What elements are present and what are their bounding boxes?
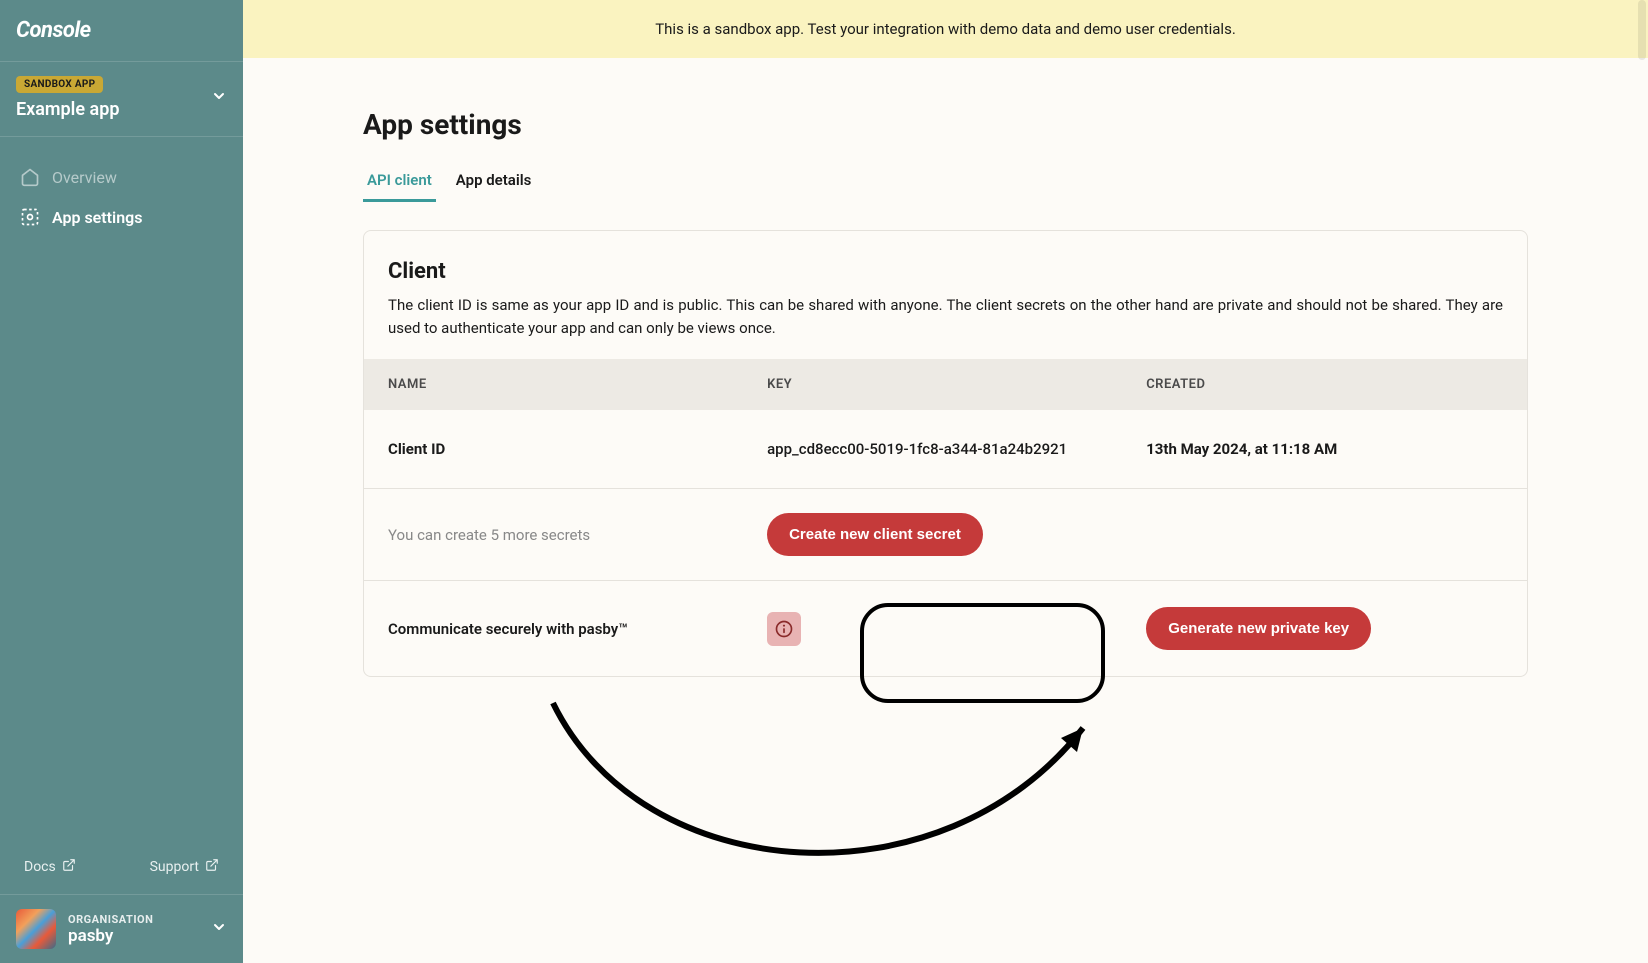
content: App settings API client App details Clie… <box>243 58 1648 727</box>
table-row: Client ID app_cd8ecc00-5019-1fc8-a344-81… <box>364 410 1527 489</box>
pk-label: Communicate securely with pasby™ <box>388 620 767 638</box>
nav-label-settings: App settings <box>52 208 142 227</box>
nav: Overview App settings <box>0 137 243 840</box>
row-name: Client ID <box>388 440 767 458</box>
org-selector[interactable]: ORGANISATION pasby <box>0 894 243 963</box>
org-avatar <box>16 909 56 949</box>
banner-text: This is a sandbox app. Test your integra… <box>655 20 1236 38</box>
sandbox-banner: This is a sandbox app. Test your integra… <box>243 0 1648 58</box>
nav-label-overview: Overview <box>52 168 117 187</box>
app-name: Example app <box>16 99 119 120</box>
table-header: NAME KEY CREATED <box>364 359 1527 410</box>
secret-row: You can create 5 more secrets Create new… <box>364 489 1527 581</box>
support-label: Support <box>150 859 199 875</box>
home-icon <box>20 167 40 187</box>
support-link[interactable]: Support <box>150 858 219 876</box>
scrollbar[interactable] <box>1638 0 1646 60</box>
docs-label: Docs <box>24 859 56 875</box>
row-created: 13th May 2024, at 11:18 AM <box>1146 440 1503 458</box>
tabs: API client App details <box>363 163 1528 202</box>
col-name: NAME <box>388 377 767 392</box>
create-secret-button[interactable]: Create new client secret <box>767 513 983 556</box>
docs-link[interactable]: Docs <box>24 858 76 876</box>
private-key-row: Communicate securely with pasby™ Generat… <box>364 581 1527 676</box>
sidebar-footer: Docs Support <box>0 840 243 894</box>
chevron-down-icon <box>211 919 227 939</box>
nav-item-settings[interactable]: App settings <box>8 197 235 237</box>
card-title: Client <box>388 259 1503 284</box>
app-selector[interactable]: SANDBOX APP Example app <box>0 62 243 137</box>
chevron-down-icon <box>211 88 227 108</box>
client-card: Client The client ID is same as your app… <box>363 230 1528 677</box>
annotation-arrow <box>543 678 1103 898</box>
tab-api-client[interactable]: API client <box>363 163 436 202</box>
sidebar: Console SANDBOX APP Example app Overview <box>0 0 243 963</box>
col-key: KEY <box>767 377 1146 392</box>
settings-icon <box>20 207 40 227</box>
sandbox-badge: SANDBOX APP <box>16 76 103 93</box>
external-link-icon <box>62 858 76 876</box>
org-label: ORGANISATION <box>68 913 153 926</box>
row-key: app_cd8ecc00-5019-1fc8-a344-81a24b2921 <box>767 440 1146 458</box>
secret-hint: You can create 5 more secrets <box>388 526 767 544</box>
col-created: CREATED <box>1146 377 1503 392</box>
external-link-icon <box>205 858 219 876</box>
info-icon[interactable] <box>767 612 801 646</box>
logo: Console <box>16 18 227 43</box>
org-name: pasby <box>68 926 153 946</box>
nav-item-overview[interactable]: Overview <box>8 157 235 197</box>
card-description: The client ID is same as your app ID and… <box>388 294 1503 339</box>
generate-private-key-button[interactable]: Generate new private key <box>1146 607 1371 650</box>
page-title: App settings <box>363 108 1528 141</box>
main: This is a sandbox app. Test your integra… <box>243 0 1648 963</box>
sidebar-header: Console <box>0 0 243 62</box>
card-header: Client The client ID is same as your app… <box>364 231 1527 359</box>
tab-app-details[interactable]: App details <box>452 163 536 202</box>
